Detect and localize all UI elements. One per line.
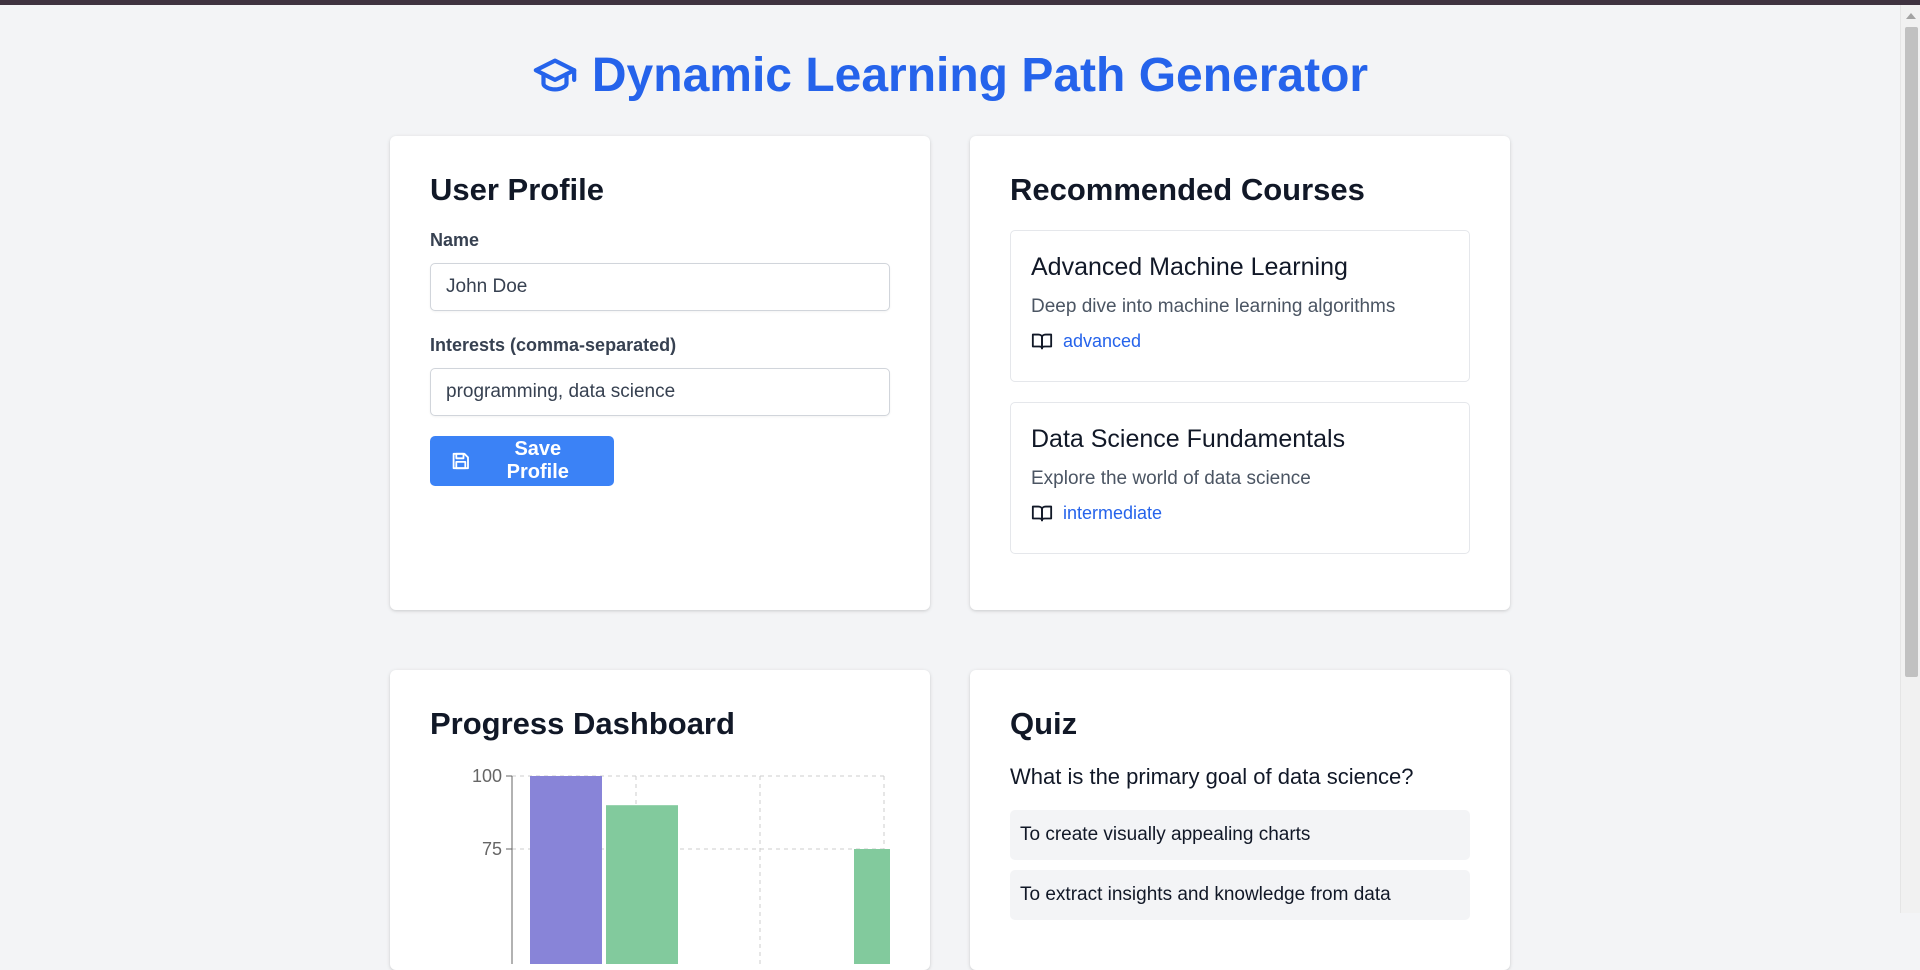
save-icon (452, 452, 469, 470)
chart-bar (530, 776, 602, 964)
book-icon (1031, 333, 1053, 350)
user-profile-card: User Profile Name Interests (comma-separ… (390, 136, 930, 610)
course-level: intermediate (1031, 502, 1449, 524)
course-description: Deep dive into machine learning algorith… (1031, 296, 1396, 317)
scrollbar-thumb[interactable] (1905, 27, 1918, 677)
browser-top-bar (0, 0, 1920, 5)
book-icon (1031, 505, 1053, 522)
course-title: Advanced Machine Learning (1031, 253, 1348, 281)
recommended-courses-card: Recommended Courses Advanced Machine Lea… (970, 136, 1510, 610)
course-description: Explore the world of data science (1031, 468, 1311, 489)
course-level-label: advanced (1063, 330, 1142, 351)
progress-dashboard-card: Progress Dashboard 100 75 (390, 670, 930, 970)
quiz-option[interactable]: To create visually appealing charts (1010, 810, 1470, 860)
quiz-question: What is the primary goal of data science… (1010, 764, 1414, 789)
user-profile-heading: User Profile (430, 172, 605, 207)
graduation-cap-icon (533, 58, 577, 92)
save-profile-button[interactable]: Save Profile (430, 436, 614, 486)
name-input[interactable] (430, 263, 890, 311)
interests-label: Interests (comma-separated) (430, 335, 677, 355)
progress-dashboard-heading: Progress Dashboard (430, 706, 735, 741)
name-label: Name (430, 230, 480, 250)
quiz-card: Quiz What is the primary goal of data sc… (970, 670, 1510, 970)
y-tick-label: 75 (482, 839, 502, 859)
page-title-text: Dynamic Learning Path Generator (591, 49, 1369, 102)
recommended-courses-heading: Recommended Courses (1010, 172, 1365, 207)
course-title: Data Science Fundamentals (1031, 425, 1346, 453)
quiz-heading: Quiz (1010, 706, 1078, 741)
page-scrollbar[interactable] (1900, 5, 1920, 913)
course-level-label: intermediate (1063, 502, 1163, 523)
progress-chart-svg: 100 75 (472, 766, 890, 964)
page-title: Dynamic Learning Path Generator (0, 48, 1900, 103)
scroll-up-arrow-icon[interactable] (1906, 13, 1916, 19)
chart-bar (606, 805, 678, 964)
save-profile-label: Save Profile (506, 438, 569, 483)
course-level: advanced (1031, 330, 1449, 352)
y-tick-label: 100 (472, 766, 502, 786)
progress-chart: 100 75 (430, 764, 890, 964)
course-card[interactable]: Advanced Machine Learning Deep dive into… (1010, 230, 1470, 382)
interests-input[interactable] (430, 368, 890, 416)
course-card[interactable]: Data Science Fundamentals Explore the wo… (1010, 402, 1470, 554)
chart-bar (854, 849, 890, 964)
